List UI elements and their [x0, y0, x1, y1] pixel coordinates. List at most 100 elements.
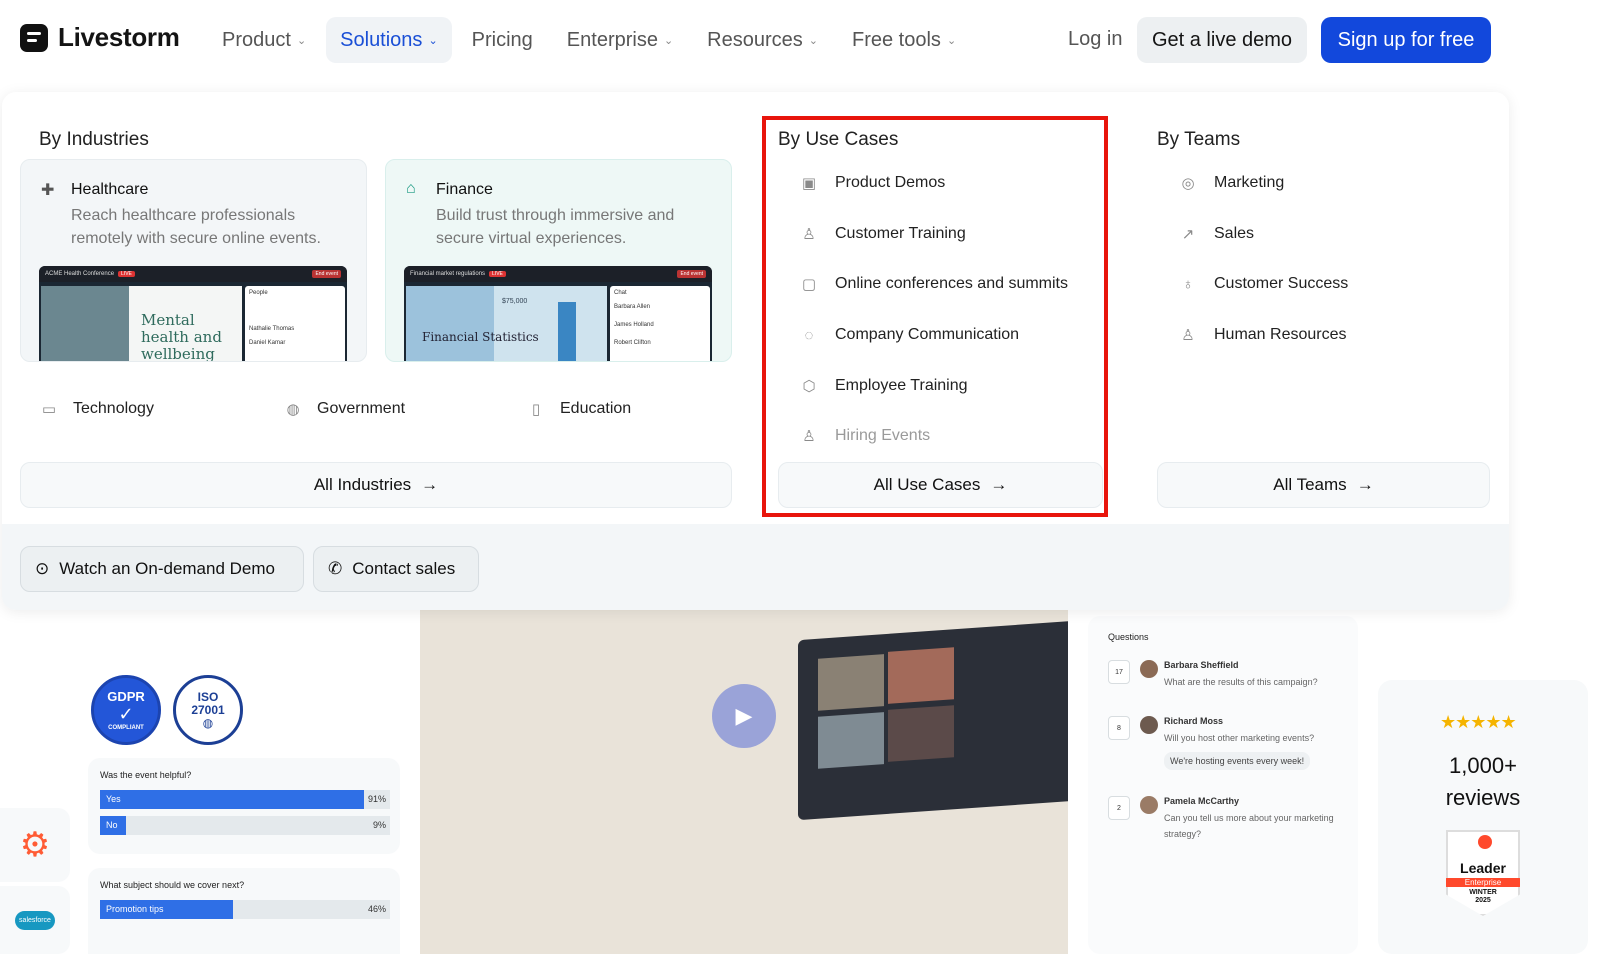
use-case-label: Company Communication — [835, 326, 1020, 343]
all-industries-button[interactable]: All Industries → — [20, 462, 732, 508]
question-author: Barbara Sheffield — [1164, 660, 1239, 670]
menu-solutions[interactable]: Solutions ⌄ — [326, 17, 452, 63]
poll-bar — [100, 790, 364, 809]
brand-name: Livestorm — [58, 22, 180, 52]
reviews-card: ★★★★★ 1,000+ reviews Leader Enterprise WI… — [1378, 680, 1588, 954]
event-screenshot: Financial market regulations LIVE End even… — [404, 266, 712, 361]
gdpr-text: GDPR — [107, 689, 145, 704]
menu-resources-label: Resources — [707, 28, 803, 51]
target-icon: ◎ — [1181, 175, 1195, 192]
signup-button[interactable]: Sign up for free — [1321, 17, 1491, 63]
upvote-count[interactable]: 17 — [1108, 660, 1130, 684]
answer-reply: We're hosting events every week! — [1164, 752, 1311, 770]
shot-title: Financial market regulations — [410, 271, 486, 277]
question-author: Pamela McCarthy — [1164, 796, 1240, 806]
person-name: Barbara Allen — [614, 304, 651, 310]
avatar — [1140, 716, 1158, 734]
use-case-hiring-events[interactable]: ♙ Hiring Events — [799, 427, 930, 445]
team-human-resources[interactable]: ♙ Human Resources — [1178, 326, 1346, 344]
card-title: Healthcare — [71, 181, 149, 198]
all-industries-label: All Industries — [313, 475, 412, 494]
g2-leader-badge: Leader Enterprise WINTER 2025 — [1446, 830, 1520, 916]
all-use-cases-button[interactable]: All Use Cases → — [778, 462, 1103, 508]
industry-card-healthcare[interactable]: ✚ Healthcare Reach healthcare profession… — [20, 159, 367, 362]
use-case-online-conferences[interactable]: ▢ Online conferences and summits — [799, 275, 1068, 293]
watch-demo-button[interactable]: ⊙ Watch an On-demand Demo — [20, 546, 304, 592]
person-name: Daniel Kamar — [249, 340, 286, 346]
person-name: Robert Clifton — [614, 340, 651, 346]
industry-education[interactable]: ▯ Education — [526, 400, 631, 418]
menu-free-tools[interactable]: Free tools ⌄ — [838, 17, 970, 63]
reviews-number: 1,000+ — [1449, 753, 1517, 778]
phone-icon: ✆ — [328, 559, 343, 578]
slide-amount: $75,000 — [502, 298, 528, 305]
use-case-label: Customer Training — [835, 225, 966, 242]
question-item: 2 Pamela McCarthy Can you tell us more a… — [1108, 796, 1338, 842]
live-badge: LIVE — [118, 271, 135, 277]
iso-badge: ISO 27001 ◍ — [173, 675, 243, 745]
chart-image — [406, 286, 494, 361]
gdpr-compliant-text: COMPLIANT — [108, 725, 144, 731]
poll-question: Was the event helpful? — [100, 770, 192, 780]
contact-sales-button[interactable]: ✆ Contact sales — [313, 546, 479, 592]
brand-logo[interactable]: Livestorm — [20, 22, 180, 53]
use-case-employee-training[interactable]: ⬡ Employee Training — [799, 377, 967, 395]
iso-number: 27001 — [191, 702, 225, 717]
livestorm-logo-icon — [20, 23, 48, 52]
use-cases-title: By Use Cases — [778, 129, 899, 150]
chevron-down-icon: ⌄ — [428, 34, 438, 47]
shot-title: ACME Health Conference — [45, 271, 115, 277]
main-menu: Product ⌄ Solutions ⌄ Pricing Enterprise ⌄ … — [208, 17, 970, 63]
hubspot-logo: ⚙ — [0, 808, 70, 882]
play-icon[interactable]: ▶ — [712, 684, 776, 748]
upvote-count[interactable]: 8 — [1108, 716, 1130, 740]
live-demo-button[interactable]: Get a live demo — [1137, 17, 1307, 63]
hubspot-icon: ⚙ — [19, 826, 51, 864]
use-case-label: Hiring Events — [835, 427, 931, 444]
iso-text: ISO — [197, 689, 219, 704]
team-marketing[interactable]: ◎ Marketing — [1178, 174, 1284, 192]
card-description: Reach healthcare professionals remotely … — [71, 207, 321, 247]
globe-icon: ◍ — [286, 401, 300, 418]
product-video[interactable]: ▶ — [420, 610, 1068, 954]
star-rating-icon: ★★★★★ — [1440, 712, 1517, 732]
award-icon: ♁ — [1182, 275, 1194, 293]
slide-bar — [558, 302, 576, 361]
upvote-count[interactable]: 2 — [1108, 796, 1130, 820]
question-author: Richard Moss — [1164, 716, 1224, 726]
team-label: Marketing — [1214, 174, 1285, 191]
team-sales[interactable]: ↗ Sales — [1178, 225, 1254, 243]
menu-resources[interactable]: Resources ⌄ — [693, 17, 832, 63]
menu-pricing[interactable]: Pricing — [458, 17, 547, 63]
poll-option-label: Promotion tips — [106, 904, 164, 914]
play-circle-icon: ⊙ — [35, 559, 50, 578]
team-customer-success[interactable]: ♁ Customer Success — [1178, 275, 1348, 293]
book-icon: ▯ — [531, 401, 541, 418]
use-case-customer-training[interactable]: ♙ Customer Training — [799, 225, 966, 243]
use-case-label: Online conferences and summits — [835, 275, 1068, 292]
question-text: Can you tell us more about your marketin… — [1164, 813, 1334, 839]
login-link[interactable]: Log in — [1068, 28, 1123, 51]
industry-card-finance[interactable]: ⌂ Finance Build trust through immersive … — [385, 159, 732, 362]
avatar — [1140, 796, 1158, 814]
slide-text: Mental health and wellbeing — [141, 311, 222, 362]
use-case-product-demos[interactable]: ▣ Product Demos — [799, 174, 945, 192]
use-case-company-communication[interactable]: ◌ Company Communication — [799, 326, 1020, 344]
industry-technology[interactable]: ▭ Technology — [39, 400, 154, 418]
poll-card: Was the event helpful? Yes 91% No 9% — [88, 758, 400, 854]
question-item: 17 Barbara Sheffield What are the result… — [1108, 660, 1338, 690]
users-icon: ♙ — [1181, 327, 1195, 344]
poll-percent: 46% — [367, 904, 386, 914]
user-training-icon: ♙ — [802, 226, 816, 243]
industry-government[interactable]: ◍ Government — [283, 400, 405, 418]
question-item: 8 Richard Moss Will you host other marke… — [1108, 716, 1338, 770]
person-name: Nathalie Thomas — [249, 326, 295, 332]
menu-free-tools-label: Free tools — [852, 28, 941, 51]
event-screenshot: ACME Health Conference LIVE End event Ment… — [39, 266, 347, 362]
all-teams-button[interactable]: All Teams → — [1157, 462, 1490, 508]
menu-product[interactable]: Product ⌄ — [208, 17, 320, 63]
poll-option: Yes 91% — [100, 790, 390, 809]
arrow-right-icon: → — [990, 475, 1008, 494]
menu-enterprise[interactable]: Enterprise ⌄ — [553, 17, 687, 63]
industries-title: By Industries — [39, 129, 149, 150]
